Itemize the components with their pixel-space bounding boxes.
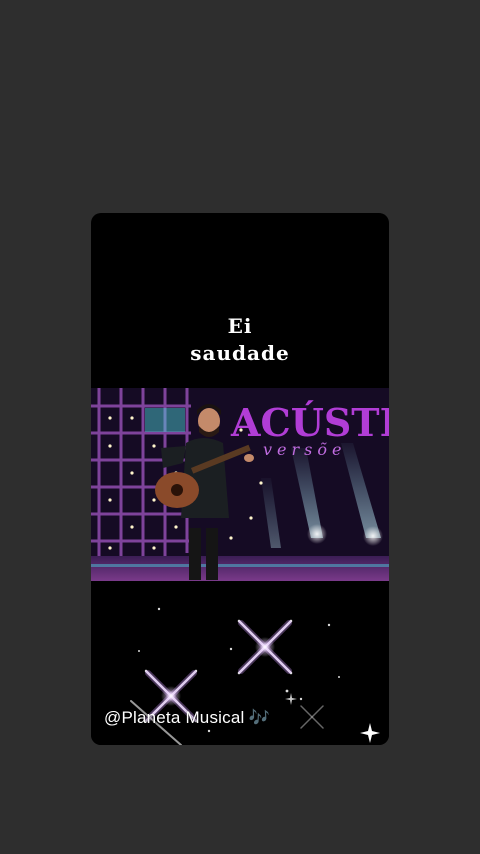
lyric-line-2: saudade [190, 341, 290, 365]
music-notes-icon: 🎶 [248, 708, 270, 727]
channel-handle: @Planeta Musical [104, 708, 245, 727]
video-player[interactable]: ACÚSTIC versõe [91, 388, 389, 581]
sparkle-star-icon [360, 723, 380, 743]
channel-credit: @Planeta Musical 🎶 [104, 708, 270, 728]
lyric-line-1: Ei [227, 314, 253, 338]
lyric-caption: Ei saudade [91, 313, 389, 367]
story-card: Ei saudade ACÚSTI versõe @Planeta Musica… [91, 213, 389, 745]
show-banner-subtext: versõe [263, 440, 346, 459]
stage-scene: ACÚSTIC versõe [91, 388, 389, 581]
show-banner-text: ACÚSTIC [230, 400, 389, 445]
